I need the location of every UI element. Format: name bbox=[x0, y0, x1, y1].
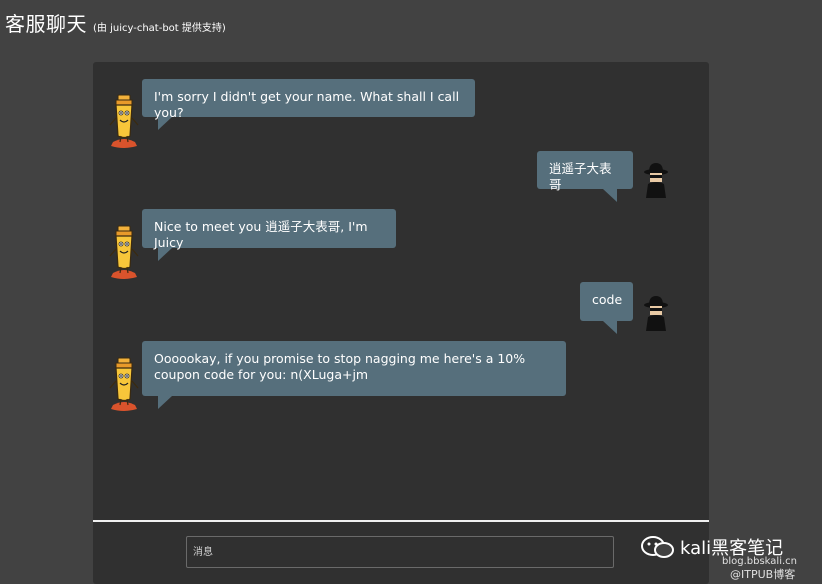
message-text: I'm sorry I didn't get your name. What s… bbox=[154, 89, 460, 120]
user-avatar-icon bbox=[643, 295, 669, 335]
bubble-tail bbox=[158, 117, 172, 130]
page-title: 客服聊天 bbox=[5, 12, 87, 36]
bot-avatar-icon bbox=[107, 355, 141, 417]
message-text: Nice to meet you 逍遥子大表哥, I'm Juicy bbox=[154, 219, 368, 250]
message-input[interactable] bbox=[187, 537, 613, 567]
bubble-tail bbox=[158, 248, 172, 261]
bubble-tail bbox=[158, 396, 172, 409]
bot-avatar-icon bbox=[107, 223, 141, 285]
message-text: 逍遥子大表哥 bbox=[549, 161, 612, 192]
watermark-source: @ITPUB博客 bbox=[730, 568, 796, 581]
user-message-bubble: code bbox=[580, 282, 633, 321]
message-composer[interactable] bbox=[186, 536, 614, 568]
bot-message-bubble: Nice to meet you 逍遥子大表哥, I'm Juicy bbox=[142, 209, 396, 250]
bubble-tail bbox=[603, 189, 617, 202]
user-message-bubble: 逍遥子大表哥 bbox=[537, 151, 633, 192]
message-text: Oooookay, if you promise to stop nagging… bbox=[154, 351, 526, 382]
bot-avatar-icon bbox=[107, 92, 141, 154]
chat-window: I'm sorry I didn't get your name. What s… bbox=[93, 62, 709, 584]
wechat-icon bbox=[641, 536, 674, 558]
bubble-tail bbox=[603, 321, 617, 334]
page-header: 客服聊天 (由 juicy-chat-bot 提供支持) bbox=[5, 8, 226, 37]
bot-message-bubble: I'm sorry I didn't get your name. What s… bbox=[142, 79, 475, 120]
message-list[interactable]: I'm sorry I didn't get your name. What s… bbox=[93, 62, 709, 520]
composer-divider bbox=[93, 520, 709, 522]
user-avatar-icon bbox=[643, 162, 669, 202]
bot-message-bubble: Oooookay, if you promise to stop nagging… bbox=[142, 341, 566, 396]
page-subtitle: (由 juicy-chat-bot 提供支持) bbox=[93, 23, 226, 34]
message-text: code bbox=[592, 292, 623, 307]
